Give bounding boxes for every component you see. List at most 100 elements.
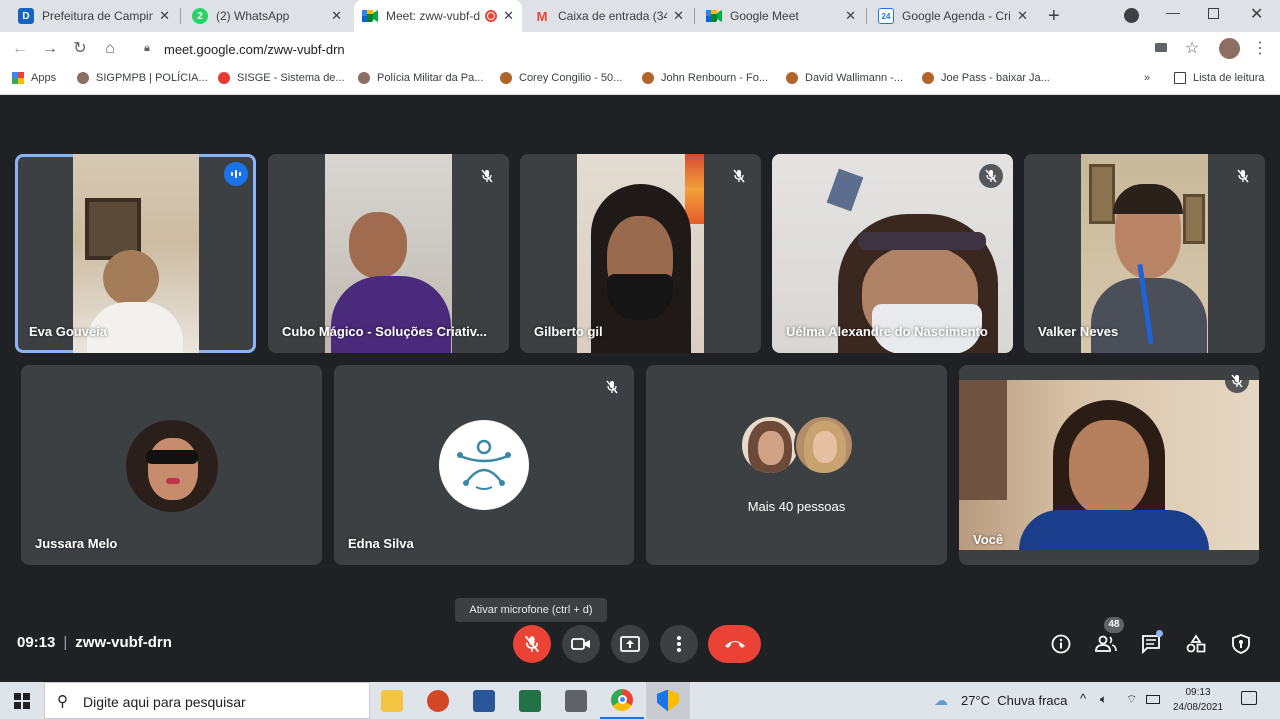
weather-icon: ☁	[934, 692, 948, 708]
bookmark-corey[interactable]: Corey Congilio - 50...	[500, 72, 622, 84]
person-body	[331, 276, 451, 353]
camera-icon[interactable]	[1155, 43, 1167, 52]
tab-label: (2) WhatsApp	[216, 9, 290, 23]
unread-dot	[1156, 630, 1163, 637]
muted-mic-icon	[1231, 164, 1255, 188]
minimize-icon[interactable]: —	[1166, 4, 1180, 20]
calculator-icon[interactable]	[554, 682, 598, 719]
powerpoint-icon[interactable]	[416, 682, 460, 719]
file-explorer-icon[interactable]	[370, 682, 414, 719]
tab-prefeitura[interactable]: D Prefeitura de Campina ✕	[10, 0, 178, 32]
meeting-code: zww-vubf-drn	[75, 634, 172, 651]
bookmark-policia[interactable]: Polícia Militar da Pa...	[358, 72, 483, 84]
participant-tile-valker[interactable]: Valker Neves	[1024, 154, 1265, 353]
participant-tile-eva[interactable]: Eva Gouveia	[15, 154, 256, 353]
taskbar-search-input[interactable]: ⚲ Digite aqui para pesquisar	[44, 682, 370, 719]
avatar[interactable]	[1219, 38, 1240, 59]
chat-button[interactable]	[1139, 630, 1163, 656]
close-window-icon[interactable]: ✕	[1250, 4, 1263, 24]
activities-button[interactable]	[1184, 632, 1208, 656]
bookmark-label: Corey Congilio - 50...	[519, 72, 623, 84]
windows-start-icon[interactable]	[14, 693, 30, 714]
tab-meet-active[interactable]: Meet: zww-vubf-d ✕	[354, 0, 522, 32]
clock[interactable]: 09:13 24/08/2021	[1170, 685, 1226, 715]
bookmark-apps[interactable]: Apps	[12, 72, 56, 84]
tab-whatsapp[interactable]: 2 (2) WhatsApp ✕	[184, 0, 350, 32]
close-icon[interactable]: ✕	[1017, 8, 1028, 24]
logo-icon	[457, 439, 511, 490]
bookmark-sisge[interactable]: SISGE - Sistema de...	[218, 72, 345, 84]
more-bookmarks-button[interactable]: »	[1144, 72, 1150, 84]
home-icon[interactable]: ⌂	[100, 39, 120, 59]
hang-up-icon	[724, 641, 745, 648]
bookmark-john[interactable]: John Renbourn - Fo...	[642, 72, 768, 84]
leave-call-button[interactable]	[708, 625, 761, 663]
tab-google-meet[interactable]: Google Meet ✕	[698, 0, 864, 32]
close-icon[interactable]: ✕	[503, 8, 514, 24]
wall-frame	[1089, 164, 1115, 224]
toggle-camera-button[interactable]	[562, 625, 600, 663]
clock-date: 24/08/2021	[1172, 702, 1224, 713]
people-button[interactable]: 48	[1094, 617, 1124, 656]
participant-tile-jussara[interactable]: Jussara Melo	[21, 365, 322, 565]
apps-icon	[12, 72, 24, 84]
bookmark-joe[interactable]: Joe Pass - baixar Ja...	[922, 72, 1050, 84]
muted-mic-icon	[979, 164, 1003, 188]
star-icon[interactable]: ☆	[1182, 39, 1202, 59]
toggle-mic-button[interactable]	[513, 625, 551, 663]
participant-tile-more[interactable]: Mais 40 pessoas	[646, 365, 947, 565]
shield-icon	[1232, 634, 1250, 654]
tab-label: Google Meet	[730, 9, 799, 23]
chevron-up-icon[interactable]: ^	[1080, 691, 1086, 706]
close-icon[interactable]: ✕	[673, 8, 684, 24]
security-icon[interactable]	[646, 682, 690, 719]
info-icon	[1051, 634, 1071, 654]
present-screen-button[interactable]	[611, 625, 649, 663]
wifi-icon[interactable]: ⌔	[1126, 692, 1137, 707]
tab-separator	[180, 8, 181, 24]
avatar	[439, 420, 529, 510]
word-icon[interactable]	[462, 682, 506, 719]
forward-icon[interactable]: →	[40, 39, 60, 59]
close-icon[interactable]: ✕	[331, 8, 342, 24]
participant-name: Valker Neves	[1038, 324, 1119, 339]
tab-google-agenda[interactable]: 24 Google Agenda - Criar ✕	[870, 0, 1036, 32]
close-icon[interactable]: ✕	[159, 8, 170, 24]
meeting-details-button[interactable]	[1049, 632, 1073, 656]
more-options-button[interactable]	[660, 625, 698, 663]
calendar-icon: 24	[878, 8, 894, 24]
reading-list-icon	[1174, 72, 1186, 84]
lock-icon: 🔒︎	[144, 42, 150, 54]
bookmark-label: SISGE - Sistema de...	[237, 72, 345, 84]
participant-tile-gilberto[interactable]: Gilberto gil	[520, 154, 761, 353]
excel-icon[interactable]	[508, 682, 552, 719]
host-controls-button[interactable]	[1229, 632, 1253, 656]
volume-icon[interactable]: 🔈︎	[1100, 692, 1107, 707]
menu-icon[interactable]: ⋮	[1250, 39, 1270, 59]
reading-list-label: Lista de leitura	[1193, 72, 1265, 84]
wall-art	[685, 154, 704, 224]
meet-icon	[706, 8, 722, 24]
bookmark-sigpmpb[interactable]: SIGPMPB | POLÍCIA...	[77, 72, 208, 84]
address-bar[interactable]: 🔒︎ meet.google.com/zww-vubf-drn	[134, 35, 1202, 63]
reading-list-button[interactable]: Lista de leitura	[1174, 72, 1265, 84]
notifications-icon[interactable]	[1241, 691, 1257, 705]
participant-tile-cubo[interactable]: Cubo Mágico - Soluções Criativ...	[268, 154, 509, 353]
activities-icon	[1186, 634, 1206, 653]
whatsapp-icon: 2	[192, 8, 208, 24]
back-icon[interactable]: ←	[10, 39, 30, 59]
participant-tile-self[interactable]: Você	[959, 365, 1259, 565]
tab-label: Meet: zww-vubf-d	[386, 9, 481, 23]
battery-icon[interactable]	[1146, 695, 1160, 704]
reload-icon[interactable]: ↻	[70, 39, 90, 59]
participant-tile-edna[interactable]: Edna Silva	[334, 365, 634, 565]
participant-tile-uelma[interactable]: Uélma Alexandre do Nascimento	[772, 154, 1013, 353]
weather-text[interactable]: 27°C Chuva fraca	[961, 693, 1067, 708]
close-icon[interactable]: ✕	[845, 8, 856, 24]
bookmark-david[interactable]: David Wallimann -...	[786, 72, 903, 84]
restore-icon[interactable]	[1208, 8, 1219, 19]
new-tab-icon[interactable]: +	[1048, 5, 1060, 28]
chrome-icon[interactable]	[600, 682, 644, 719]
tab-gmail[interactable]: M Caixa de entrada (345) ✕	[526, 0, 692, 32]
tab-search-icon[interactable]	[1124, 8, 1139, 23]
